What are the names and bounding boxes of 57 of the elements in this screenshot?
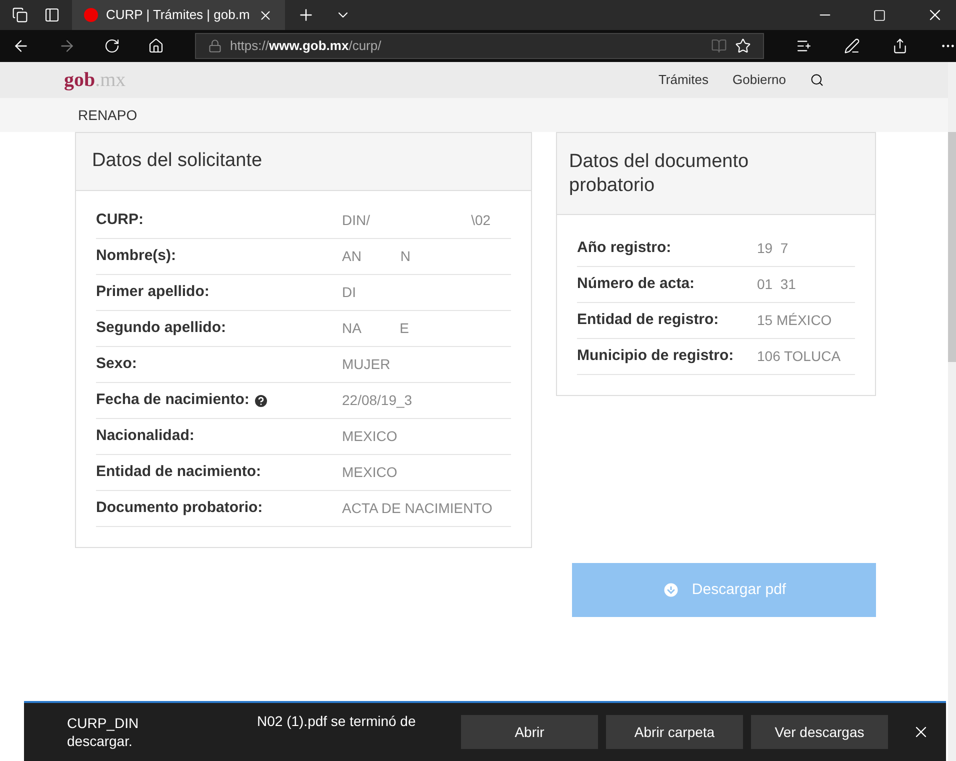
help-icon[interactable] [253,392,270,408]
share-icon[interactable] [892,38,908,54]
field-value: AN N [342,247,412,266]
field-value: MUJER [342,355,392,374]
field-label: Nombre(s): [96,246,176,266]
field-label: Año registro: [577,238,672,258]
field-label: Sexo: [96,354,137,374]
field-value: 01 31 [757,275,797,294]
tab-title: CURP | Trámites | gob.m [106,6,250,24]
download-message: CURP_DIN descargar. [67,714,140,750]
field-value: DI [342,283,357,302]
field-label: Número de acta: [577,274,695,294]
field-value: DIN/ \02 [342,211,492,230]
address-bar[interactable]: https://www.gob.mx/curp/ [194,33,764,59]
search-icon[interactable] [810,73,824,87]
field-value: 22/08/19_3 [342,391,414,410]
field-label: Segundo apellido: [96,318,226,338]
field-value: ACTA DE NACIMIENTO [342,499,494,518]
pen-icon[interactable] [844,38,860,54]
field-value: MEXICO [342,427,398,446]
set-aside-icon[interactable] [44,7,60,23]
download-icon [662,581,680,599]
url-text: https://www.gob.mx/curp/ [230,37,382,56]
field-label: Primer apellido: [96,282,210,302]
home-icon[interactable] [148,38,164,54]
field-value: NA E [342,319,410,338]
field-label: Nacionalidad: [96,426,194,446]
tabs-icon[interactable] [12,7,28,23]
field-value: 106 TOLUCA [757,347,842,366]
download-action-button[interactable]: Ver descargas [751,715,888,749]
reading-view-icon[interactable] [711,38,727,54]
breadcrumb-text: RENAPO [78,106,138,124]
field-label: Fecha de nacimiento: [96,390,250,410]
download-action-button[interactable]: Abrir [461,715,598,749]
card-title: Datos del solicitante [92,149,262,174]
field-label: Municipio de registro: [577,346,734,366]
field-label: Documento probatorio: [96,498,263,518]
nav-link[interactable]: Gobierno [732,70,786,90]
field-value: 19 7 [757,239,790,258]
field-label: CURP: [96,210,144,230]
download-action-button[interactable]: Abrir carpeta [606,715,743,749]
nav-link[interactable]: Trámites [658,70,709,90]
forward-icon[interactable] [58,37,76,55]
lock-icon [208,39,222,53]
field-value: MEXICO [342,463,398,482]
back-icon[interactable] [12,37,30,55]
browser-tab[interactable]: CURP | Trámites | gob.m [72,0,285,30]
field-label: Entidad de nacimiento: [96,462,262,482]
maximize-icon[interactable] [873,8,886,22]
favicon-icon [84,8,98,22]
card-title: Datos del documento probatorio [569,150,750,198]
refresh-icon[interactable] [104,38,120,54]
download-message: N02 (1).pdf se terminó de [257,712,416,731]
star-icon[interactable] [735,38,751,54]
field-label: Entidad de registro: [577,310,719,330]
favorites-icon[interactable] [796,38,812,54]
field-value: 15 MÉXICO [757,311,833,330]
